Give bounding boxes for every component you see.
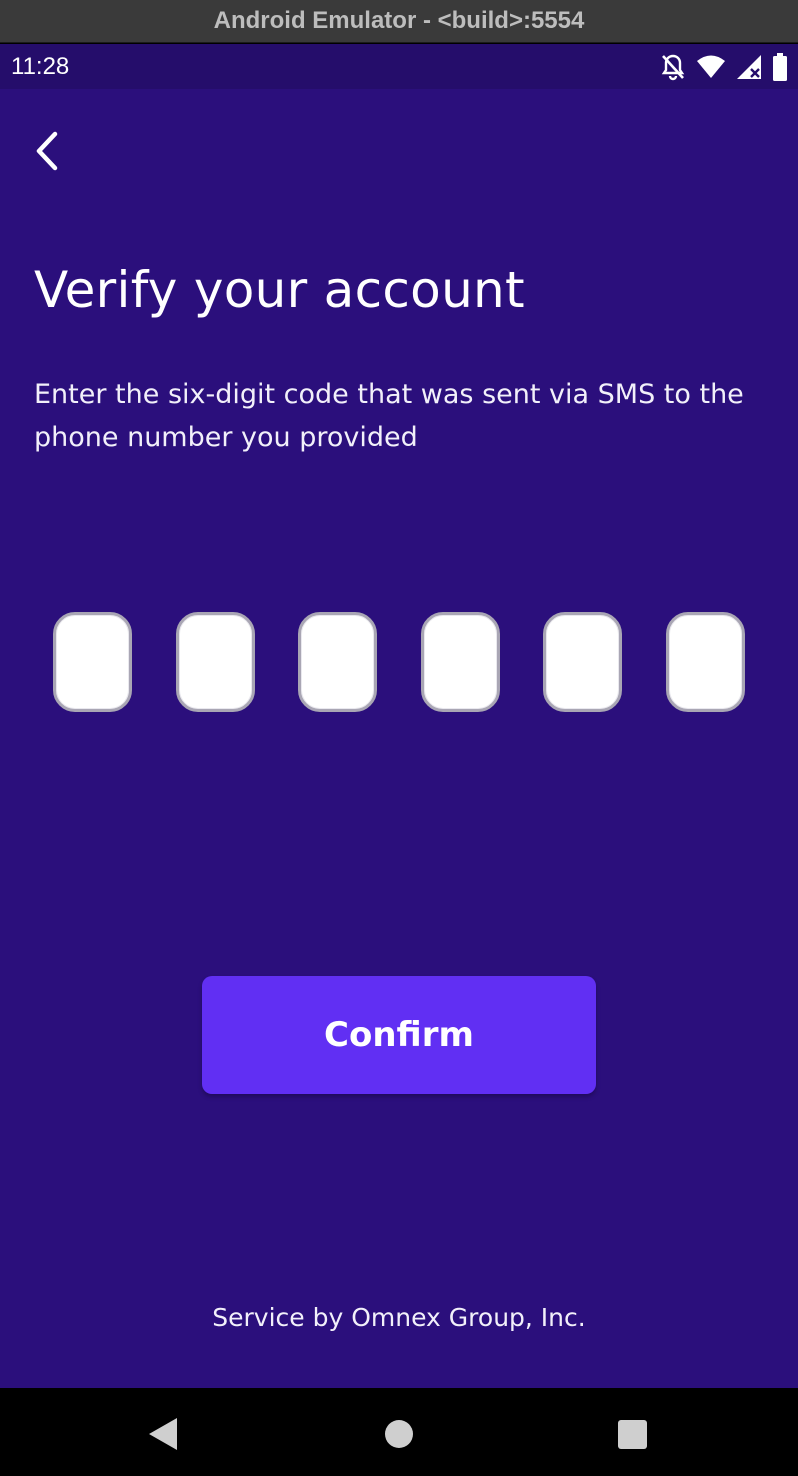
back-button[interactable] [26, 129, 68, 177]
otp-digit-6[interactable] [665, 612, 745, 712]
otp-code-input [53, 612, 745, 712]
navigation-bar [0, 1388, 798, 1476]
verify-account-screen: Verify your account Enter the six-digit … [0, 89, 798, 1388]
status-bar: 11:28 [0, 44, 798, 89]
status-icons [660, 52, 788, 81]
footer-credit: Service by Omnex Group, Inc. [212, 1303, 586, 1332]
wifi-icon [696, 55, 726, 79]
emulator-title-bar: Android Emulator - <build>:5554 [0, 0, 798, 43]
bell-off-icon [660, 53, 686, 81]
battery-icon [772, 52, 788, 81]
otp-digit-2[interactable] [175, 612, 255, 712]
nav-back-icon[interactable] [147, 1416, 179, 1456]
otp-digit-4[interactable] [420, 612, 500, 712]
otp-digit-3[interactable] [298, 612, 378, 712]
nav-recents-icon[interactable] [617, 1416, 649, 1456]
chevron-left-icon [33, 131, 61, 175]
status-time: 11:28 [11, 52, 70, 80]
nav-home-icon[interactable] [383, 1416, 415, 1456]
page-title: Verify your account [34, 261, 525, 319]
otp-digit-1[interactable] [53, 612, 132, 712]
confirm-button[interactable]: Confirm [202, 976, 596, 1094]
otp-digit-5[interactable] [543, 612, 623, 712]
window-title: Android Emulator - <build>:5554 [213, 7, 585, 34]
instructions-text: Enter the six-digit code that was sent v… [34, 379, 744, 453]
cellular-signal-icon [736, 54, 762, 80]
